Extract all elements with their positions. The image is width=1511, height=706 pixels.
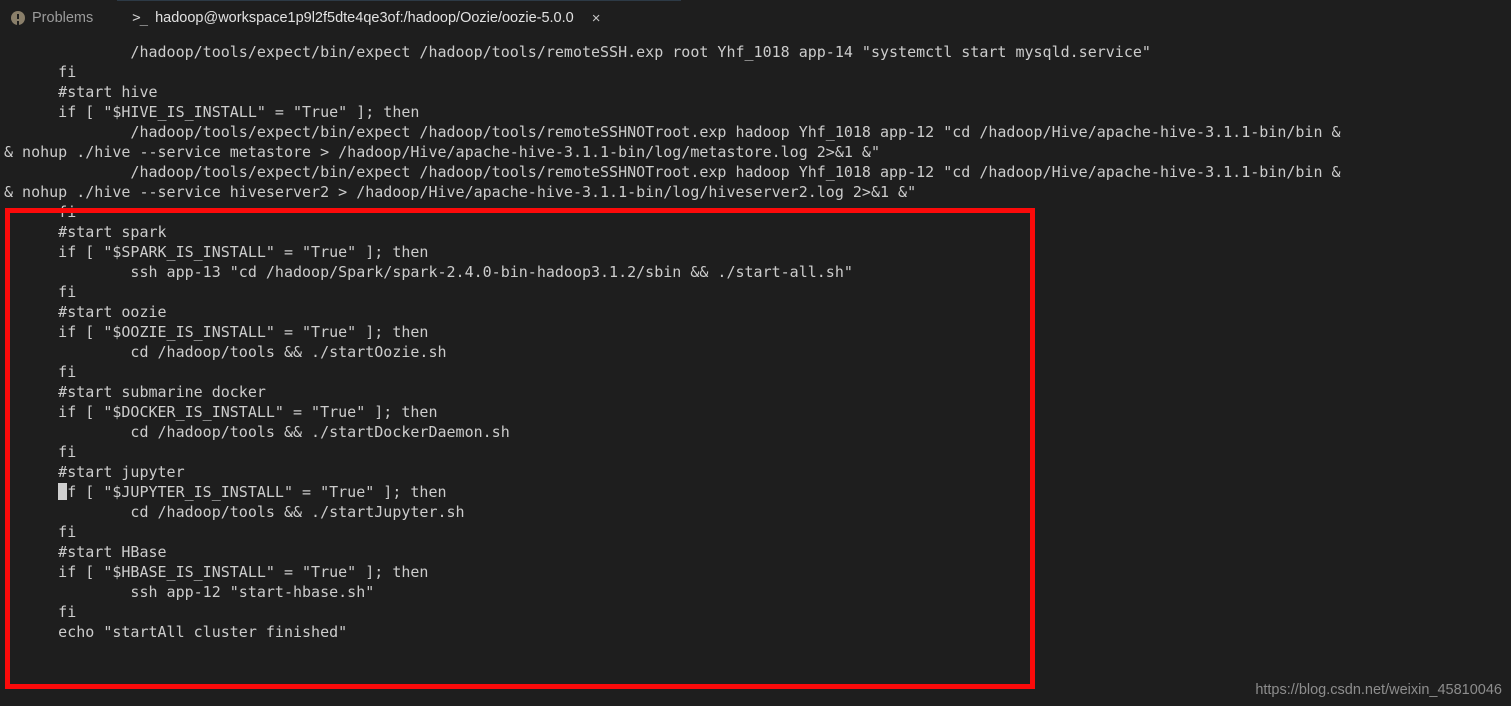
terminal-lines: /hadoop/tools/expect/bin/expect /hadoop/… [4,42,1511,642]
terminal-prompt-icon: >_ [132,10,148,26]
terminal-line: fi [4,443,77,461]
terminal-line: & nohup ./hive --service metastore > /ha… [4,143,880,161]
terminal-output-area[interactable]: /hadoop/tools/expect/bin/expect /hadoop/… [0,36,1511,706]
terminal-line: fi [4,283,77,301]
terminal-line: if [ "$DOCKER_IS_INSTALL" = "True" ]; th… [4,403,438,421]
terminal-line: cd /hadoop/tools && ./startDockerDaemon.… [4,423,510,441]
terminal-line: /hadoop/tools/expect/bin/expect /hadoop/… [4,163,1341,181]
terminal-line: if [ "$JUPYTER_IS_INSTALL" = "True" ]; t… [58,483,447,501]
terminal-line: cd /hadoop/tools && ./startOozie.sh [4,343,447,361]
terminal-line: ssh app-13 "cd /hadoop/Spark/spark-2.4.0… [4,263,853,281]
terminal-line: #start spark [4,223,167,241]
tab-terminal[interactable]: >_ hadoop@workspace1p9l2f5dte4qe3of:/had… [132,0,606,36]
text-cursor [58,483,68,500]
terminal-line: if [ "$HBASE_IS_INSTALL" = "True" ]; the… [4,563,429,581]
terminal-line: fi [4,523,77,541]
panel-tab-bar: Problems >_ hadoop@workspace1p9l2f5dte4q… [0,0,1511,36]
tab-terminal-label: hadoop@workspace1p9l2f5dte4qe3of:/hadoop… [155,10,574,26]
terminal-line: ssh app-12 "start-hbase.sh" [4,583,375,601]
active-tab-top-border [117,0,681,1]
terminal-line: echo "startAll cluster finished" [4,623,348,641]
tab-problems[interactable]: Problems [0,0,111,36]
terminal-line: #start submarine docker [4,383,266,401]
terminal-line: fi [4,203,77,221]
terminal-line: if [ "$SPARK_IS_INSTALL" = "True" ]; the… [4,243,429,261]
terminal-line: if [ "$HIVE_IS_INSTALL" = "True" ]; then [4,103,420,121]
watermark: https://blog.csdn.net/weixin_45810046 [1255,682,1502,698]
terminal-line: #start HBase [4,543,167,561]
tab-problems-label: Problems [32,10,94,26]
terminal-line: #start oozie [4,303,167,321]
terminal-line: if [ "$OOZIE_IS_INSTALL" = "True" ]; the… [4,323,429,341]
terminal-line: /hadoop/tools/expect/bin/expect /hadoop/… [4,43,1151,61]
terminal-line: /hadoop/tools/expect/bin/expect /hadoop/… [4,123,1341,141]
terminal-line: fi [4,63,77,81]
terminal-line: fi [4,603,77,621]
terminal-line: fi [4,363,77,381]
terminal-line: cd /hadoop/tools && ./startJupyter.sh [4,503,465,521]
terminal-line: & nohup ./hive --service hiveserver2 > /… [4,183,917,201]
terminal-line: #start hive [4,83,158,101]
warning-circle-icon [11,11,25,25]
close-icon[interactable]: × [592,11,601,26]
terminal-line: #start jupyter [4,463,185,481]
